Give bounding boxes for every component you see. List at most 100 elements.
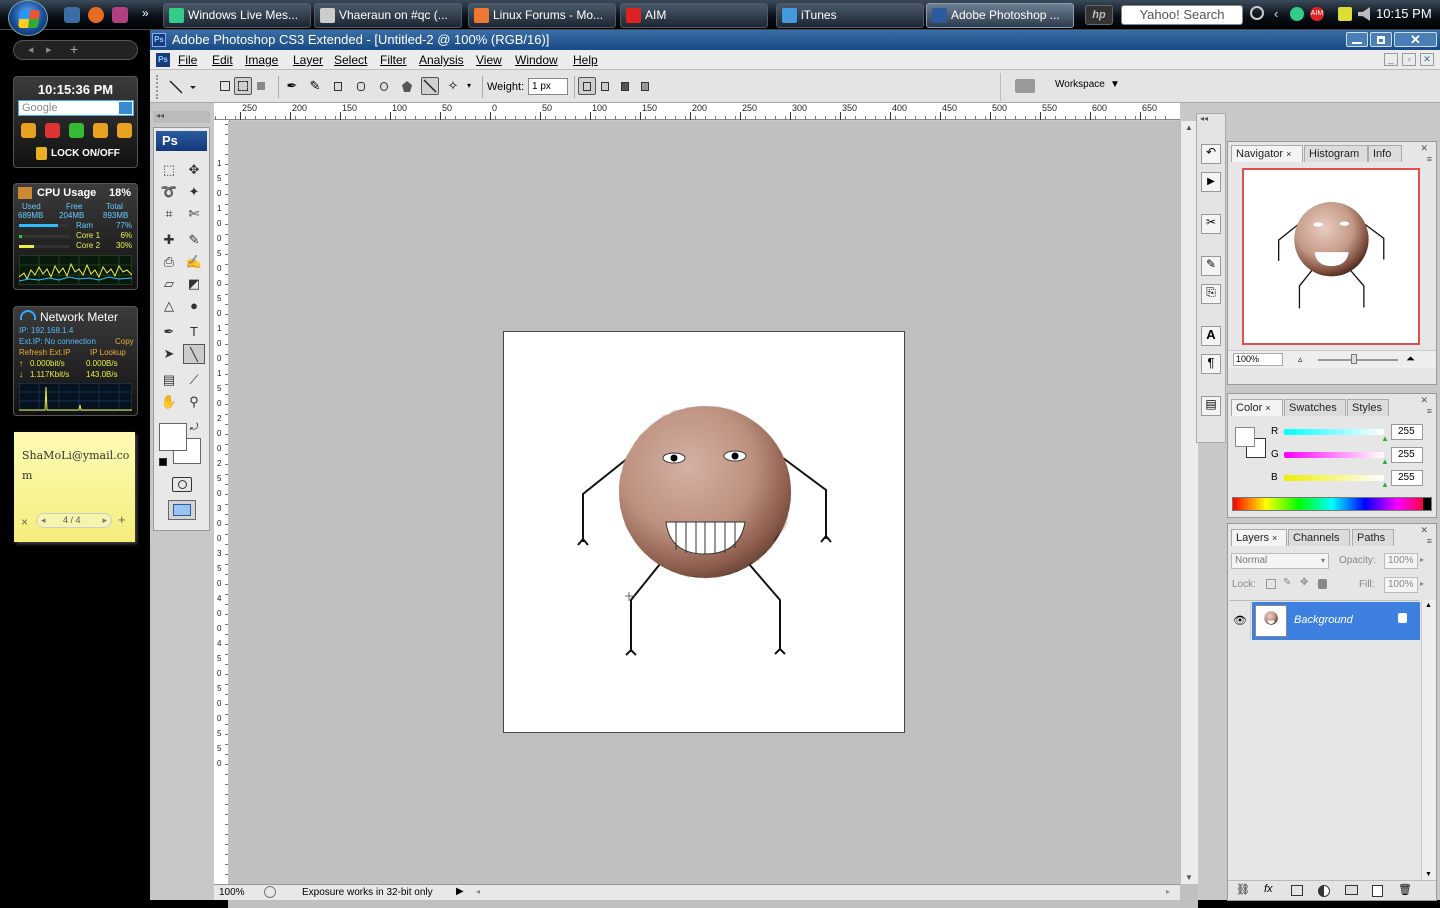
zoom-out-icon[interactable]: ▵ (1298, 354, 1303, 365)
note-prev-icon[interactable]: ◂ (41, 515, 46, 526)
zoom-tool-icon[interactable]: ⚲ (183, 392, 205, 412)
background-layer-row[interactable]: Background (1252, 602, 1420, 640)
menu-file[interactable]: File (178, 53, 197, 67)
lock-transparent-icon[interactable] (1266, 579, 1276, 589)
tab-close-icon[interactable]: × (1265, 403, 1270, 413)
shape-layers-icon[interactable] (216, 77, 234, 95)
layer-comps-icon[interactable]: ▤ (1201, 396, 1221, 416)
line-tool-preset-icon[interactable] (168, 79, 196, 95)
panel-close-icon[interactable]: ✕ (1420, 143, 1428, 154)
freeform-pen-icon[interactable]: ✎ (306, 77, 324, 95)
workspace-dropdown-icon[interactable]: ▼ (1110, 79, 1120, 90)
polygon-shape-icon[interactable] (398, 77, 416, 95)
document-icon[interactable]: Ps (156, 53, 170, 67)
notes-tool-icon[interactable]: ▤ (158, 370, 180, 390)
clone-stamp-icon[interactable]: ⎙ (158, 252, 180, 272)
sidebar-prev-icon[interactable]: ◂ (28, 43, 34, 56)
tab-histogram[interactable]: Histogram (1304, 145, 1368, 162)
menu-view[interactable]: View (476, 53, 502, 67)
character-panel-icon[interactable]: A (1201, 326, 1221, 346)
doc-close-button[interactable]: ✕ (1420, 53, 1434, 66)
red-value-input[interactable]: 255 (1391, 424, 1423, 440)
minimize-button[interactable] (1346, 32, 1368, 47)
delete-layer-icon[interactable]: 🗑 (1398, 883, 1412, 896)
panel-menu-icon[interactable]: ≡ (1427, 154, 1432, 164)
canvas-area[interactable] (228, 121, 1198, 908)
add-gadget-icon[interactable]: + (70, 41, 78, 57)
taskbar-button[interactable]: Vhaeraun on #qc (... (314, 3, 462, 28)
pen-tool-icon[interactable]: ✒ (283, 77, 301, 95)
layer-visibility-icon[interactable]: 👁 (1229, 602, 1251, 640)
hand-tool-icon[interactable]: ✋ (158, 392, 180, 412)
panel-close-icon[interactable]: ✕ (1420, 395, 1428, 406)
tab-color[interactable]: Color × (1231, 399, 1283, 416)
panel-menu-icon[interactable]: ≡ (1427, 406, 1432, 416)
tab-paths[interactable]: Paths (1352, 529, 1394, 546)
menu-layer[interactable]: Layer (293, 53, 323, 67)
refresh-ext-ip-link[interactable]: Refresh Ext.IP (19, 348, 71, 357)
history-brush-icon[interactable]: ✍ (183, 252, 205, 272)
menu-filter[interactable]: Filter (380, 53, 407, 67)
lock-toggle-label[interactable]: LOCK ON/OFF (51, 148, 120, 159)
dodge-tool-icon[interactable]: ● (183, 296, 205, 316)
path-selection-icon[interactable]: ➤ (158, 344, 180, 364)
foreground-color-swatch-front[interactable] (159, 423, 187, 451)
taskbar-button[interactable]: Adobe Photoshop ... (926, 3, 1074, 28)
ip-lookup-link[interactable]: IP Lookup (90, 348, 126, 357)
tab-close-icon[interactable]: × (1286, 149, 1291, 159)
tab-channels[interactable]: Channels (1288, 529, 1350, 546)
green-slider[interactable] (1284, 452, 1384, 458)
search-icon[interactable] (119, 102, 132, 114)
yahoo-search-input[interactable]: Yahoo! Search (1121, 5, 1243, 25)
intersect-path-area-icon[interactable] (636, 77, 654, 95)
color-spectrum-ramp[interactable] (1232, 497, 1432, 511)
menu-edit[interactable]: Edit (212, 53, 233, 67)
layers-scroll-up-icon[interactable]: ▲ (1425, 602, 1432, 609)
power-icon[interactable] (21, 123, 36, 138)
tool-presets-icon[interactable]: ✂ (1201, 214, 1221, 234)
firefox-quicklaunch-icon[interactable] (88, 7, 104, 23)
tab-navigator[interactable]: Navigator × (1231, 145, 1303, 162)
status-menu-arrow-icon[interactable]: ▶ (456, 886, 464, 897)
restore-button[interactable] (1370, 32, 1392, 47)
zoom-level[interactable]: 100% (219, 887, 245, 898)
dock-collapse-icon[interactable]: ◂◂ (1200, 114, 1208, 123)
messenger-tray-icon[interactable] (1290, 7, 1304, 21)
menu-select[interactable]: Select (334, 53, 367, 67)
pen-tool-icon[interactable]: ✒ (158, 322, 180, 342)
actions-panel-icon[interactable]: ▶ (1201, 172, 1221, 192)
add-mask-icon[interactable] (1291, 885, 1303, 896)
tab-info[interactable]: Info (1368, 145, 1402, 162)
fill-input[interactable]: 100% (1384, 577, 1418, 593)
blue-slider[interactable] (1284, 475, 1384, 481)
folder-icon[interactable] (117, 123, 132, 138)
menu-help[interactable]: Help (573, 53, 598, 67)
close-note-icon[interactable]: × (21, 515, 28, 529)
doc-restore-button[interactable]: ▫ (1402, 53, 1416, 66)
blur-tool-icon[interactable]: △ (158, 296, 180, 316)
move-tool-icon[interactable]: ✥ (183, 160, 205, 180)
link-layers-icon[interactable]: ⛓ (1236, 883, 1250, 896)
red-slider-handle-icon[interactable]: ▲ (1381, 434, 1389, 443)
note-next-icon[interactable]: ▸ (102, 515, 107, 526)
paint-bucket-icon[interactable]: ◩ (183, 274, 205, 294)
copy-ip-link[interactable]: Copy (115, 337, 134, 346)
brushes-panel-icon[interactable]: ✎ (1201, 256, 1221, 276)
navigator-zoom-input[interactable]: 100% (1233, 353, 1283, 366)
show-desktop-icon[interactable] (64, 7, 80, 23)
tray-expand-icon[interactable]: ‹ (1274, 6, 1278, 21)
add-note-icon[interactable]: + (118, 512, 126, 527)
history-panel-icon[interactable]: ↶ (1201, 144, 1221, 164)
note-text[interactable]: ShaMoLi@ymail.com (22, 446, 130, 486)
lasso-tool-icon[interactable]: ➰ (158, 182, 180, 202)
panel-menu-icon[interactable]: ≡ (1427, 536, 1432, 546)
zoom-slider-handle[interactable] (1351, 354, 1357, 364)
app-quicklaunch-icon[interactable] (112, 7, 128, 23)
layers-scrollbar[interactable]: ▲ ▼ (1421, 600, 1436, 880)
subtract-path-area-icon[interactable] (616, 77, 634, 95)
panel-close-icon[interactable]: ✕ (1420, 525, 1428, 536)
rounded-rect-shape-icon[interactable] (352, 77, 370, 95)
paths-mode-icon[interactable] (234, 77, 252, 95)
menu-window[interactable]: Window (515, 53, 558, 67)
sidebar-next-icon[interactable]: ▸ (46, 43, 52, 56)
